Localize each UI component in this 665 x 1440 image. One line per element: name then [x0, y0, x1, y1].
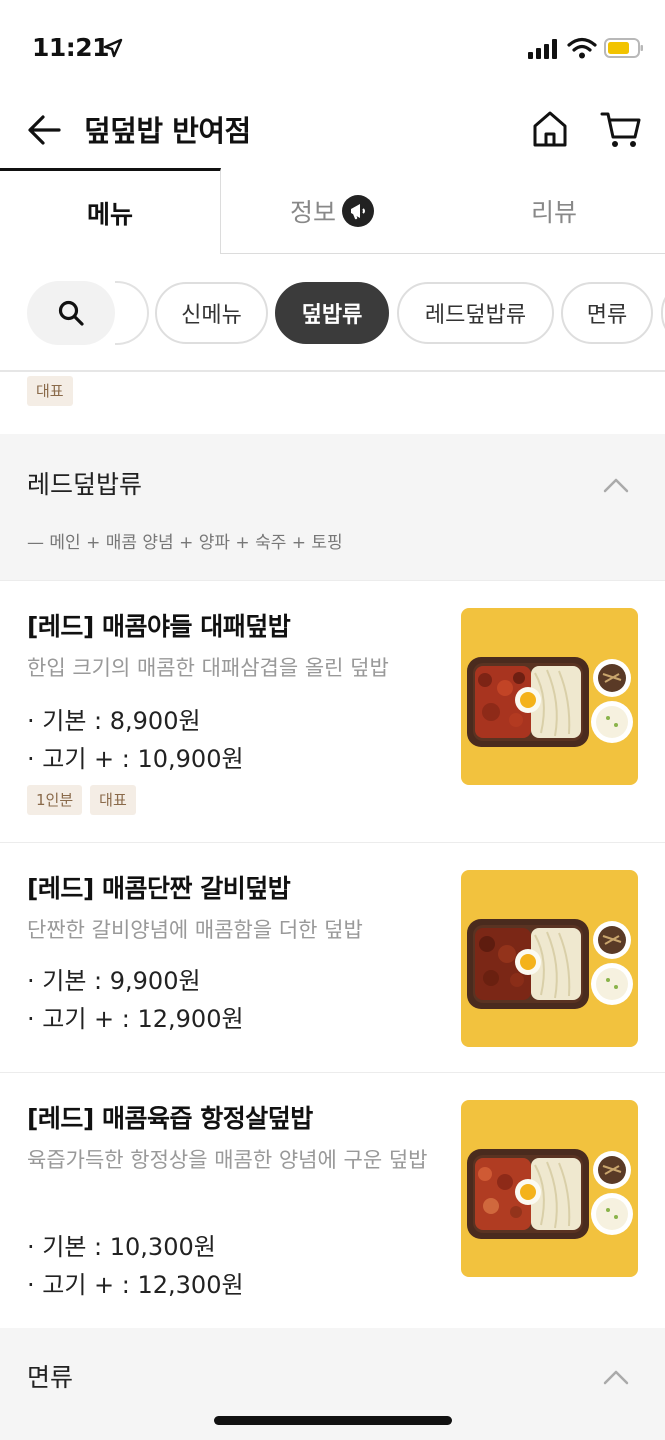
chip-noodles[interactable]: 면류 [561, 282, 653, 344]
item-tags: 1인분 대표 [27, 785, 144, 815]
menu-item[interactable]: [레드] 매콤단짠 갈비덮밥 단짠한 갈비양념에 매콤함을 더한 덮밥 · 기본… [0, 842, 665, 1072]
tab-review[interactable]: 리뷰 [443, 168, 665, 254]
item-photo[interactable] [461, 608, 638, 785]
menu-item[interactable]: [레드] 매콤야들 대패덮밥 한입 크기의 매콤한 대패삼겹을 올린 덮밥 · … [0, 580, 665, 842]
chevron-up-icon [603, 478, 629, 493]
item-name: [레드] 매콤육즙 항정살덮밥 [27, 1104, 313, 1133]
battery-icon [604, 38, 643, 58]
tab-info-label: 정보 [289, 197, 336, 227]
tag-signature: 대표 [27, 376, 73, 406]
tab-review-label: 리뷰 [530, 197, 577, 227]
item-photo[interactable] [461, 870, 638, 1047]
rice-bowl-photo [467, 1149, 633, 1239]
store-tabs: 메뉴 정보 리뷰 [0, 168, 665, 254]
section-title: 면류 [27, 1363, 74, 1392]
item-photo[interactable] [461, 1100, 638, 1277]
chip-label: 신메뉴 [181, 303, 242, 328]
item-description: 단짠한 갈비양념에 매콤함을 더한 덮밥 [27, 918, 363, 942]
chip-label: 면류 [586, 303, 628, 328]
item-name: [레드] 매콤단짠 갈비덮밥 [27, 874, 291, 903]
location-arrow-icon [103, 38, 123, 58]
store-title: 덮덮밥 반여점 [84, 114, 251, 148]
megaphone-icon [342, 194, 374, 227]
item-price-extra: · 고기 + : 12,300원 [27, 1271, 244, 1299]
chip-red-rice-bowl[interactable]: 레드덮밥류 [397, 282, 554, 344]
chip-label: 레드덮밥류 [424, 303, 527, 328]
menu-search-button[interactable] [27, 281, 115, 345]
section-title: 레드덮밥류 [27, 470, 143, 499]
cart-icon [600, 112, 641, 147]
item-price-basic: · 기본 : 8,900원 [27, 707, 201, 735]
status-bar: 11:21 [0, 0, 665, 96]
chip-partial[interactable] [661, 282, 665, 344]
tag-single-serving: 1인분 [27, 785, 83, 815]
wifi-icon [567, 37, 597, 59]
item-price-extra: · 고기 + : 10,900원 [27, 745, 244, 773]
home-button[interactable] [529, 108, 571, 150]
chip-new-menu[interactable]: 신메뉴 [155, 282, 268, 344]
rice-bowl-photo [467, 919, 633, 1009]
chip-rice-bowl[interactable]: 덮밥류 [275, 282, 389, 344]
tab-info[interactable]: 정보 [221, 168, 443, 254]
home-indicator [214, 1416, 452, 1425]
item-price-extra: · 고기 + : 12,900원 [27, 1005, 244, 1033]
back-arrow-icon [28, 115, 61, 145]
tab-menu[interactable]: 메뉴 [0, 168, 221, 254]
section-description: — 메인 + 매콤 양념 + 양파 + 숙주 + 토핑 [27, 533, 343, 553]
search-icon [58, 300, 84, 326]
back-button[interactable] [24, 110, 64, 150]
item-description: 육즙가득한 항정상을 매콤한 양념에 구운 덮밥 [27, 1148, 428, 1172]
status-time: 11:21 [32, 33, 110, 62]
item-name: [레드] 매콤야들 대패덮밥 [27, 612, 291, 641]
tab-menu-label: 메뉴 [86, 199, 133, 229]
app-header: 덮덮밥 반여점 [0, 96, 665, 168]
rice-bowl-photo [467, 657, 633, 747]
cellular-signal-icon [528, 39, 557, 59]
item-description: 한입 크기의 매콤한 대패삼겹을 올린 덮밥 [27, 656, 389, 680]
previous-item-tags: 대표 [0, 372, 665, 434]
section-header-red[interactable]: 레드덮밥류 — 메인 + 매콤 양념 + 양파 + 숙주 + 토핑 [0, 434, 665, 580]
chevron-up-icon [603, 1370, 629, 1385]
home-icon [533, 111, 567, 147]
item-price-basic: · 기본 : 9,900원 [27, 967, 201, 995]
category-chips: 신메뉴 덮밥류 레드덮밥류 면류 [0, 254, 665, 372]
menu-item[interactable]: [레드] 매콤육즙 항정살덮밥 육즙가득한 항정상을 매콤한 양념에 구운 덮밥… [0, 1072, 665, 1328]
chip-label: 덮밥류 [301, 303, 363, 328]
chip-scroll-edge [115, 281, 149, 345]
cart-button[interactable] [599, 108, 643, 150]
tag-signature: 대표 [90, 785, 136, 815]
item-price-basic: · 기본 : 10,300원 [27, 1233, 216, 1261]
